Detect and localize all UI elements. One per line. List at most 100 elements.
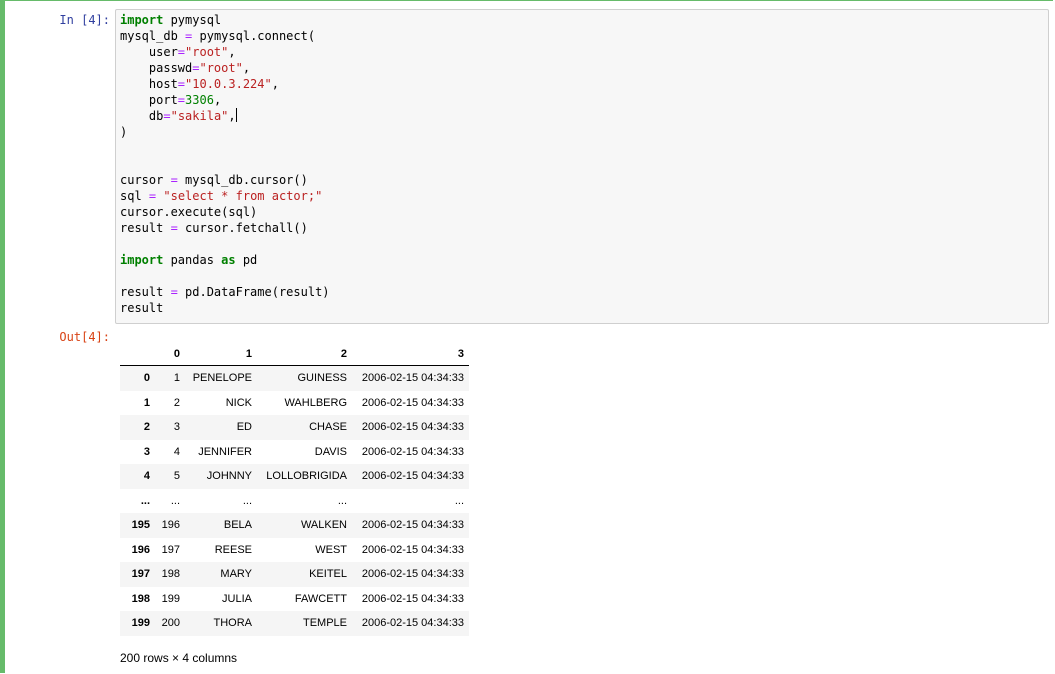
code-token: = (163, 109, 171, 123)
column-header: 0 (155, 342, 185, 366)
code-token: "root" (199, 61, 243, 75)
table-cell: 2006-02-15 04:34:33 (361, 470, 464, 483)
code-token: as (221, 253, 236, 267)
table-cell: JOHNNY (206, 470, 252, 483)
code-token: host (120, 77, 178, 91)
row-index: 2 (143, 421, 150, 434)
code-token: result (120, 301, 164, 315)
code-token: "root" (185, 45, 229, 59)
code-token: user (120, 45, 178, 59)
row-index: 196 (131, 543, 150, 556)
code-token: "10.0.3.224" (185, 77, 272, 91)
table-row: 4 5 JOHNNY LOLLOBRIGIDA 2006-02-15 04:34:33 (120, 464, 469, 489)
table-cell: JENNIFER (198, 445, 252, 458)
table-cell: ... (170, 494, 180, 507)
table-body: 0 1 PENELOPE GUINESS 2006-02-15 04:34:33 1 2 NI… (120, 365, 469, 636)
table-row: 3 4 JENNIFER DAVIS 2006-02-15 04:34:33 (120, 440, 469, 465)
text-cursor (235, 108, 237, 122)
code-line: cursor.execute(sql) (120, 204, 330, 220)
table-cell: 199 (161, 592, 180, 605)
code-token: mysql_db (120, 29, 186, 43)
code-token: = (177, 93, 186, 107)
row-index: 0 (143, 372, 150, 385)
table-row: 197 198 MARY KEITEL 2006-02-15 04:34:33 (120, 562, 469, 587)
table-cell: REESE (214, 543, 252, 556)
table-row: 0 1 PENELOPE GUINESS 2006-02-15 04:34:33 (120, 365, 469, 391)
table-cell: LOLLOBRIGIDA (266, 470, 347, 483)
code-token: "select * from actor;" (163, 189, 323, 203)
code-line: import pandas as pd (120, 252, 330, 268)
table-cell: 3 (173, 421, 180, 434)
dataframe-table: 0123 0 1 PENELOPE GUINESS 2006-02-15 04:34:3… (120, 342, 469, 636)
table-cell: NICK (225, 396, 252, 409)
row-index: 199 (131, 617, 150, 630)
table-cell: FAWCETT (294, 592, 347, 605)
code-token: passwd (120, 61, 193, 75)
code-token: , (213, 93, 222, 107)
code-token: db (120, 109, 164, 123)
code-token: cursor.execute(sql) (120, 205, 258, 219)
code-line: result (120, 300, 330, 316)
table-row: 198 199 JULIA FAWCETT 2006-02-15 04:34:33 (120, 587, 469, 612)
table-cell: 2006-02-15 04:34:33 (361, 421, 464, 434)
code-token: , (228, 45, 236, 59)
code-token: cursor (120, 173, 171, 187)
table-cell: THORA (213, 617, 253, 630)
table-cell: 2006-02-15 04:34:33 (361, 617, 464, 630)
table-cell: 4 (173, 445, 180, 458)
code-token: ) (120, 125, 128, 139)
code-line: import pymysql (120, 12, 330, 28)
code-input-area[interactable]: import pymysql mysql_db = pymysql.connect… (115, 9, 1049, 324)
code-line: host="10.0.3.224", (120, 76, 330, 92)
code-token: mysql_db.cursor() (177, 173, 308, 187)
code-line: sql = "select * from actor;" (120, 188, 330, 204)
code-token: result (120, 221, 171, 235)
table-cell: 2 (173, 396, 180, 409)
table-cell: 2006-02-15 04:34:33 (361, 543, 464, 556)
code-token: , (242, 61, 251, 75)
code-line: ) (120, 124, 330, 140)
table-cell: CHASE (309, 421, 347, 434)
code-token: = (170, 173, 178, 187)
table-cell: TEMPLE (302, 617, 347, 630)
column-header: 2 (257, 342, 352, 366)
table-cell: BELA (223, 519, 252, 532)
code-token: pymysql (163, 13, 222, 27)
table-cell: DAVIS (314, 445, 347, 458)
code-token: pymysql.connect( (192, 29, 316, 43)
table-cell: ED (236, 421, 252, 434)
table-row: 2 3 ED CHASE 2006-02-15 04:34:33 (120, 415, 469, 440)
table-cell: 2006-02-15 04:34:33 (361, 568, 464, 581)
code-line: port=3306, (120, 92, 330, 108)
code-token: import (120, 253, 164, 267)
table-cell: WEST (315, 543, 347, 556)
table-row: 196 197 REESE WEST 2006-02-15 04:34:33 (120, 538, 469, 563)
table-row: 1 2 NICK WAHLBERG 2006-02-15 04:34:33 (120, 391, 469, 416)
code-token: , (228, 109, 236, 123)
table-cell: GUINESS (297, 372, 347, 385)
table-cell: ... (337, 494, 347, 507)
code-line: result = cursor.fetchall() (120, 220, 330, 236)
table-cell: 5 (173, 470, 180, 483)
table-cell: MARY (220, 568, 252, 581)
table-cell: KEITEL (309, 568, 347, 581)
code-line: result = pd.DataFrame(result) (120, 284, 330, 300)
table-cell: 196 (161, 519, 180, 532)
code-token: = (170, 221, 178, 235)
row-index: 197 (131, 568, 150, 581)
column-header: 1 (185, 342, 257, 366)
code-editor[interactable]: import pymysql mysql_db = pymysql.connect… (120, 12, 330, 316)
code-line: mysql_db = pymysql.connect( (120, 28, 330, 44)
code-token: port (120, 93, 178, 107)
code-token: import (120, 13, 164, 27)
input-prompt: In [4]: (59, 13, 110, 27)
code-token: , (271, 77, 279, 91)
table-cell: ... (454, 494, 464, 507)
row-index: 3 (143, 445, 150, 458)
table-cell: 2006-02-15 04:34:33 (361, 396, 464, 409)
code-token: 3306 (185, 93, 214, 107)
table-cell: 2006-02-15 04:34:33 (361, 445, 464, 458)
table-cell: ... (242, 494, 252, 507)
